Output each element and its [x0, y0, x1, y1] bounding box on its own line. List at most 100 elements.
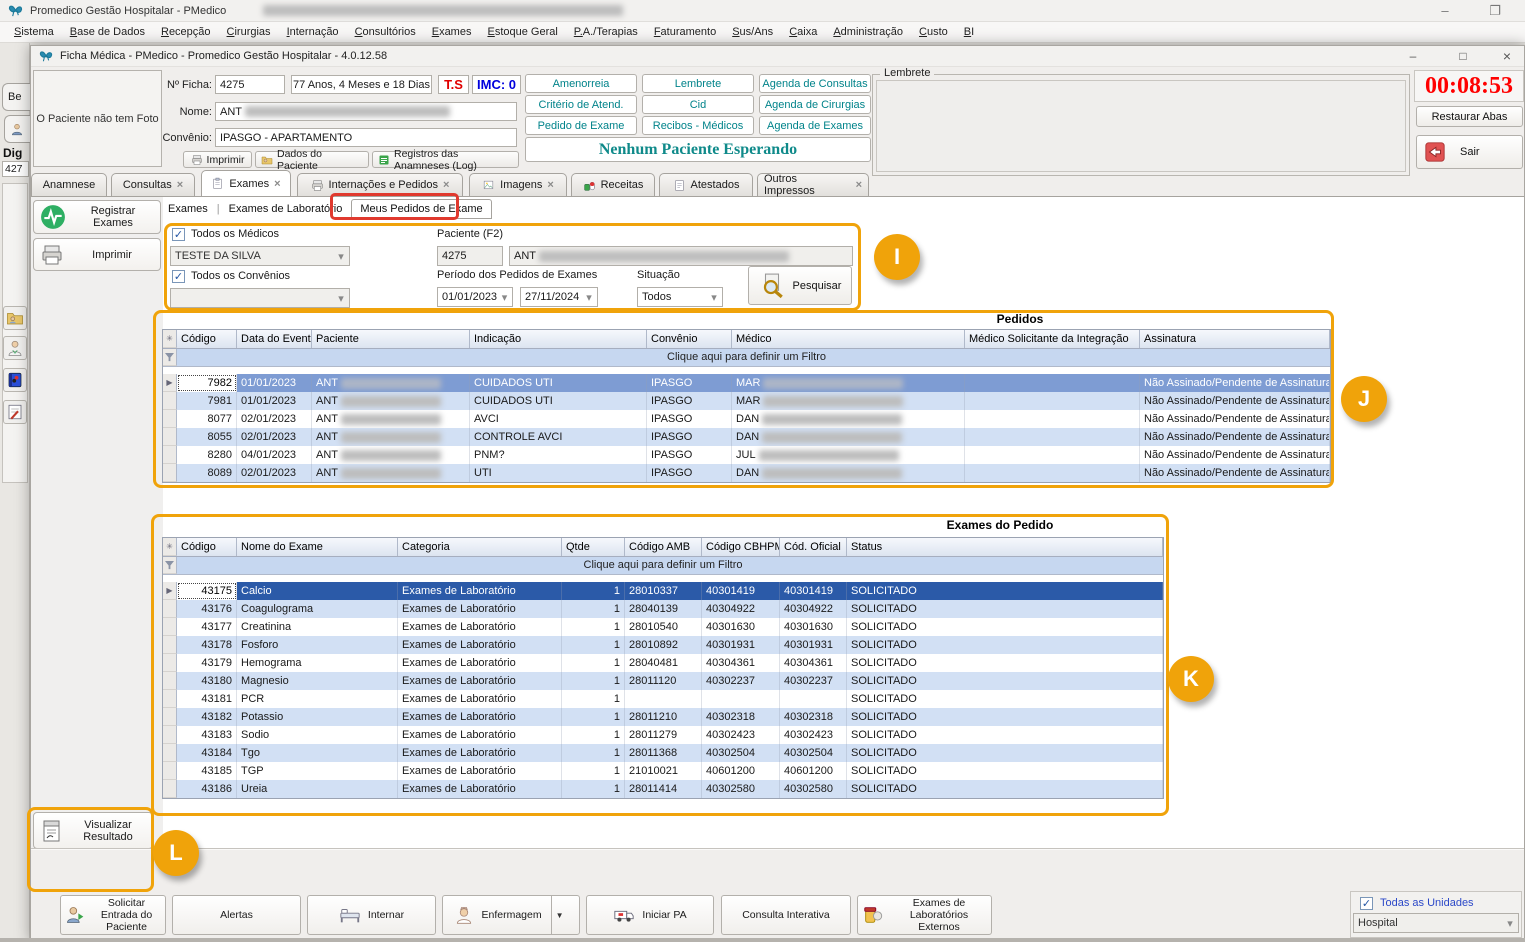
tab-anamnese[interactable]: Anamnese: [31, 173, 107, 196]
todos-convenios-checkbox[interactable]: ✓: [172, 270, 185, 283]
quick-button[interactable]: Cid: [642, 95, 754, 114]
menu-item[interactable]: Administração: [825, 24, 911, 40]
subtab-exames[interactable]: Exames: [166, 203, 210, 215]
column-header[interactable]: Convênio: [647, 330, 732, 348]
menu-item[interactable]: Faturamento: [646, 24, 724, 40]
restaurar-abas-button[interactable]: Restaurar Abas: [1416, 106, 1523, 127]
situacao-dropdown[interactable]: Todos▾: [637, 287, 723, 307]
todos-medicos-checkbox[interactable]: ✓: [172, 228, 185, 241]
quick-button[interactable]: Agenda de Consultas: [759, 74, 871, 93]
table-row[interactable]: ▶43175CalcioExames de Laboratório1280103…: [163, 582, 1163, 600]
filter-row[interactable]: Clique aqui para definir um Filtro: [163, 349, 1330, 367]
menu-item[interactable]: P.A./Terapias: [566, 24, 646, 40]
paciente-nome-field[interactable]: ANT: [509, 246, 853, 266]
todas-unidades-checkbox[interactable]: ✓: [1360, 897, 1373, 910]
subtab-meus-pedidos[interactable]: Meus Pedidos de Exame: [351, 199, 491, 219]
tab-exames[interactable]: Exames×: [201, 170, 291, 196]
lembrete-textarea[interactable]: [876, 80, 1406, 172]
table-row[interactable]: 798101/01/2023ANTCUIDADOS UTIIPASGOMARNã…: [163, 392, 1330, 410]
imprimir-mini-button[interactable]: Imprimir: [183, 151, 252, 168]
column-header[interactable]: Nome do Exame: [237, 538, 398, 556]
ficha-number-field[interactable]: 4275: [215, 75, 285, 94]
table-row[interactable]: 43181PCRExames de Laboratório1SOLICITADO: [163, 690, 1163, 708]
menu-item[interactable]: Recepção: [153, 24, 219, 40]
table-row[interactable]: 43184TgoExames de Laboratório12801136840…: [163, 744, 1163, 762]
visualizar-resultado-button[interactable]: Visualizar Resultado: [33, 812, 153, 849]
tab-outros-impressos[interactable]: Outros Impressos×: [757, 173, 869, 196]
menu-item[interactable]: Caixa: [781, 24, 825, 40]
tab-consultas[interactable]: Consultas×: [111, 173, 195, 196]
quick-button[interactable]: Amenorreia: [525, 74, 637, 93]
column-header[interactable]: Status: [847, 538, 1163, 556]
ts-badge[interactable]: T.S: [438, 75, 469, 94]
tab-close-icon[interactable]: ×: [443, 179, 449, 191]
sair-button[interactable]: Sair: [1416, 135, 1523, 169]
registros-anamneses-button[interactable]: Registros das Anamneses (Log): [372, 151, 519, 168]
quick-button[interactable]: Agenda de Cirurgias: [759, 95, 871, 114]
table-row[interactable]: ▶798201/01/2023ANTCUIDADOS UTIIPASGOMARN…: [163, 374, 1330, 392]
table-row[interactable]: 43186UreiaExames de Laboratório128011414…: [163, 780, 1163, 798]
quick-button[interactable]: Agenda de Exames: [759, 116, 871, 135]
menu-item[interactable]: Consultórios: [347, 24, 424, 40]
table-row[interactable]: 43177CreatininaExames de Laboratório1280…: [163, 618, 1163, 636]
bottom-button-iniciar-pa[interactable]: Iniciar PA: [586, 895, 714, 935]
quick-button[interactable]: Pedido de Exame: [525, 116, 637, 135]
quick-button[interactable]: Lembrete: [642, 74, 754, 93]
dropdown-arrow-icon[interactable]: ▼: [551, 896, 568, 934]
table-row[interactable]: 43179HemogramaExames de Laboratório12804…: [163, 654, 1163, 672]
dados-paciente-button[interactable]: Dados do Paciente: [255, 151, 369, 168]
data-inicio-dropdown[interactable]: 01/01/2023▾: [437, 287, 513, 307]
column-header[interactable]: Código CBHPM: [702, 538, 780, 556]
column-header[interactable]: Código: [177, 330, 237, 348]
menu-item[interactable]: Sistema: [6, 24, 62, 40]
table-row[interactable]: 828004/01/2023ANTPNM?IPASGOJULNão Assina…: [163, 446, 1330, 464]
notepad-icon[interactable]: [3, 400, 27, 424]
patient-name-field[interactable]: ANT: [215, 102, 517, 121]
tab-imagens[interactable]: Imagens×: [469, 173, 567, 196]
bottom-button-exames-de-laborat-rios-externos[interactable]: Exames de Laboratórios Externos: [857, 895, 992, 935]
tab-close-icon[interactable]: ×: [274, 178, 280, 190]
column-header[interactable]: Médico: [732, 330, 965, 348]
filter-row[interactable]: Clique aqui para definir um Filtro: [163, 557, 1163, 575]
column-header[interactable]: Código AMB: [625, 538, 702, 556]
quick-button[interactable]: Recibos - Médicos: [642, 116, 754, 135]
convenio-dropdown[interactable]: ▾: [170, 288, 350, 308]
app-restore-button[interactable]: ❐: [1478, 0, 1512, 22]
paciente-ficha-field[interactable]: 4275: [437, 246, 503, 266]
table-row[interactable]: 43183SodioExames de Laboratório128011279…: [163, 726, 1163, 744]
tab-atestados[interactable]: Atestados: [659, 173, 753, 196]
column-header[interactable]: Indicação: [470, 330, 647, 348]
column-header[interactable]: Cód. Oficial: [780, 538, 847, 556]
menu-item[interactable]: Estoque Geral: [479, 24, 565, 40]
background-person-tab[interactable]: [4, 115, 30, 143]
tab-close-icon[interactable]: ×: [547, 179, 553, 191]
menu-item[interactable]: Base de Dados: [62, 24, 153, 40]
pesquisar-button[interactable]: Pesquisar: [748, 266, 852, 305]
table-row[interactable]: 43182PotassioExames de Laboratório128011…: [163, 708, 1163, 726]
app-minimize-button[interactable]: –: [1428, 0, 1462, 22]
menu-item[interactable]: Cirurgias: [219, 24, 279, 40]
window-minimize-button[interactable]: –: [1398, 47, 1428, 66]
menu-item[interactable]: BI: [956, 24, 982, 40]
book-icon[interactable]: [3, 368, 27, 392]
table-row[interactable]: 43180MagnesioExames de Laboratório128011…: [163, 672, 1163, 690]
tab-close-icon[interactable]: ×: [856, 179, 862, 191]
subtab-exames-laboratorio[interactable]: Exames de Laboratório: [227, 203, 345, 215]
medico-dropdown[interactable]: TESTE DA SILVA▾: [170, 246, 350, 266]
convenio-field[interactable]: IPASGO - APARTAMENTO: [215, 128, 517, 147]
tab-interna-es-e-pedidos[interactable]: Internações e Pedidos×: [297, 173, 463, 196]
bottom-button-solicitar-entrada-do-paciente[interactable]: Solicitar Entrada do Paciente: [60, 895, 166, 935]
window-maximize-button[interactable]: □: [1448, 47, 1478, 66]
bottom-button-alertas[interactable]: Alertas: [172, 895, 301, 935]
data-fim-dropdown[interactable]: 27/11/2024▾: [520, 287, 598, 307]
background-tab[interactable]: Be: [2, 83, 30, 111]
column-header[interactable]: Médico Solicitante da Integração: [965, 330, 1140, 348]
bottom-button-internar[interactable]: Internar: [307, 895, 436, 935]
table-row[interactable]: 43185TGPExames de Laboratório12101002140…: [163, 762, 1163, 780]
table-row[interactable]: 807702/01/2023ANTAVCIIPASGODANNão Assina…: [163, 410, 1330, 428]
table-row[interactable]: 43176CoagulogramaExames de Laboratório12…: [163, 600, 1163, 618]
table-row[interactable]: 805502/01/2023ANTCONTROLE AVCIIPASGODANN…: [163, 428, 1330, 446]
doctor-icon[interactable]: [3, 336, 27, 360]
menu-item[interactable]: Internação: [279, 24, 347, 40]
menu-item[interactable]: Custo: [911, 24, 956, 40]
